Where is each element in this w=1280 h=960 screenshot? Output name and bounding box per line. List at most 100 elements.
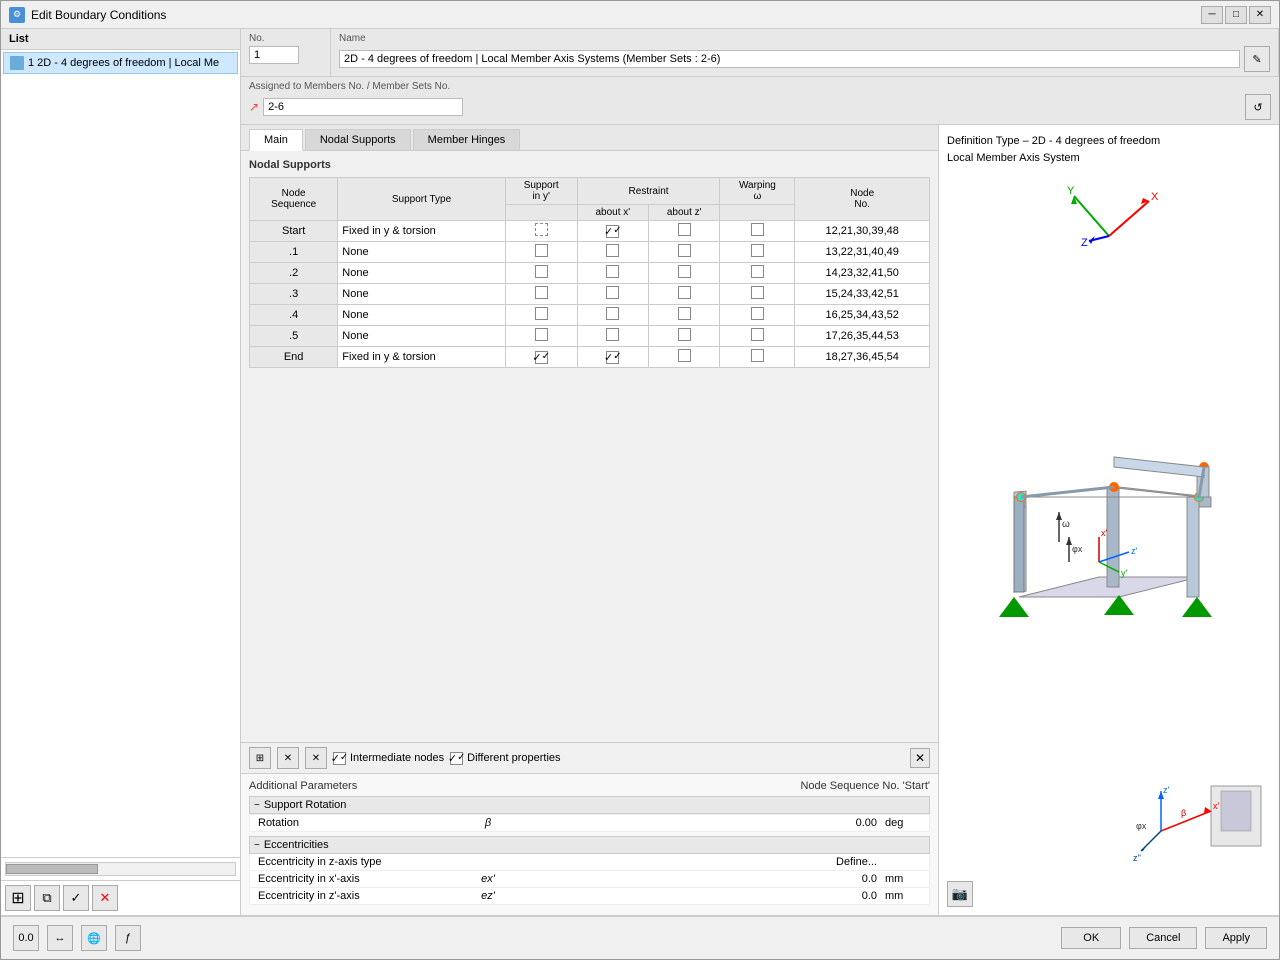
svg-text:z': z' — [1131, 546, 1138, 556]
name-section: Name ✎ — [331, 29, 1279, 76]
sup-y-4[interactable] — [505, 305, 577, 326]
intermediate-nodes-label[interactable]: ✓ Intermediate nodes — [333, 752, 444, 765]
tab-main[interactable]: Main — [249, 129, 303, 151]
rest-z-3[interactable] — [649, 284, 720, 305]
toolbar-btn-2[interactable]: ✕ — [277, 747, 299, 769]
additional-params: Additional Parameters Node Sequence No. … — [241, 773, 938, 915]
apply-button[interactable]: Apply — [1205, 927, 1267, 949]
maximize-button[interactable]: □ — [1225, 6, 1247, 24]
check-item-button[interactable]: ✓ — [63, 885, 89, 911]
tab-nodal-supports[interactable]: Nodal Supports — [305, 129, 411, 150]
nodal-supports-section: Nodal Supports NodeSequence Support Type… — [241, 151, 938, 742]
horizontal-scrollbar[interactable] — [5, 862, 236, 876]
title-controls: ─ □ ✕ — [1201, 6, 1271, 24]
warp-start[interactable] — [720, 221, 795, 242]
delete-item-button[interactable]: ✕ — [92, 885, 118, 911]
minimize-button[interactable]: ─ — [1201, 6, 1223, 24]
right-panel: No. 1 Name ✎ Assigned to Members No. / M… — [241, 29, 1279, 915]
footer-icon-1[interactable]: 0.0 — [13, 925, 39, 951]
rest-x-start[interactable]: ✓ — [577, 221, 648, 242]
list-item-icon — [10, 56, 24, 70]
toolbar-btn-3[interactable]: ✕ — [305, 747, 327, 769]
main-content: List 1 2D - 4 degrees of freedom | Local… — [1, 29, 1279, 915]
ecc-z-unit: mm — [881, 890, 921, 902]
sup-y-2[interactable] — [505, 263, 577, 284]
sup-y-start[interactable] — [505, 221, 577, 242]
warp-2[interactable] — [720, 263, 795, 284]
svg-text:Y: Y — [1067, 185, 1075, 197]
table-row: Start Fixed in y & torsion ✓ 12,21,30,39… — [250, 221, 930, 242]
type-2: None — [338, 263, 505, 284]
bottom-toolbar: ⊞ ✕ ✕ ✓ Intermediate nodes ✓ Different p… — [241, 742, 938, 773]
rest-x-1[interactable] — [577, 242, 648, 263]
ecc-z-type-row: Eccentricity in z-axis type Define... — [249, 854, 930, 871]
rest-x-5[interactable] — [577, 326, 648, 347]
list-item[interactable]: 1 2D - 4 degrees of freedom | Local Me — [3, 52, 238, 74]
ecc-z-row: Eccentricity in z'-axis ez' 0.0 mm — [249, 888, 930, 905]
sup-y-1[interactable] — [505, 242, 577, 263]
edit-name-button[interactable]: ✎ — [1244, 46, 1270, 72]
name-input[interactable] — [339, 50, 1240, 68]
col-support-y: Supportin y' — [505, 178, 577, 205]
close-button[interactable]: ✕ — [1249, 6, 1271, 24]
eccentricities-group: − Eccentricities Eccentricity in z-axis … — [249, 836, 930, 905]
col-rest-x: about x' — [577, 205, 648, 221]
rest-x-4[interactable] — [577, 305, 648, 326]
rest-z-4[interactable] — [649, 305, 720, 326]
section-title: Nodal Supports — [249, 159, 930, 171]
warp-5[interactable] — [720, 326, 795, 347]
table-row: .4 None 16,25,34,43,52 — [250, 305, 930, 326]
svg-text:z'': z'' — [1133, 853, 1141, 863]
rest-z-5[interactable] — [649, 326, 720, 347]
rest-z-end[interactable] — [649, 347, 720, 368]
footer-icon-2[interactable]: ↔ — [47, 925, 73, 951]
add-item-button[interactable]: ⊞ — [5, 885, 31, 911]
sup-y-end[interactable]: ✓ — [505, 347, 577, 368]
name-label: Name — [339, 33, 1270, 44]
warp-4[interactable] — [720, 305, 795, 326]
table-row: .3 None 15,24,33,42,51 — [250, 284, 930, 305]
seq-end: End — [250, 347, 338, 368]
rotation-row: Rotation β 0.00 deg — [249, 814, 930, 832]
sup-y-3[interactable] — [505, 284, 577, 305]
seq-1: .1 — [250, 242, 338, 263]
rest-x-end[interactable]: ✓ — [577, 347, 648, 368]
support-rotation-title[interactable]: − Support Rotation — [249, 796, 930, 814]
rest-x-3[interactable] — [577, 284, 648, 305]
eccentricities-title[interactable]: − Eccentricities — [249, 836, 930, 854]
node-no-3: 15,24,33,42,51 — [795, 284, 930, 305]
rest-z-2[interactable] — [649, 263, 720, 284]
list-action-toolbar: ⊞ ⧉ ✓ ✕ — [1, 880, 240, 915]
svg-text:x': x' — [1213, 801, 1220, 811]
col-node-seq: NodeSequence — [250, 178, 338, 221]
warp-3[interactable] — [720, 284, 795, 305]
rest-x-2[interactable] — [577, 263, 648, 284]
tab-member-hinges[interactable]: Member Hinges — [413, 129, 521, 150]
copy-item-button[interactable]: ⧉ — [34, 885, 60, 911]
warp-end[interactable] — [720, 347, 795, 368]
different-properties-label[interactable]: ✓ Different properties — [450, 752, 560, 765]
svg-text:X: X — [1151, 191, 1159, 203]
local-axis-svg: x' z' z'' β φx — [1131, 781, 1271, 881]
close-x-button[interactable]: ✕ — [910, 748, 930, 768]
assigned-input[interactable] — [263, 98, 463, 116]
window-title: Edit Boundary Conditions — [31, 8, 166, 22]
tabs: Main Nodal Supports Member Hinges — [241, 125, 938, 151]
svg-text:ω: ω — [1062, 519, 1070, 530]
screenshot-button[interactable]: 📷 — [947, 881, 973, 907]
warp-1[interactable] — [720, 242, 795, 263]
no-input[interactable]: 1 — [249, 46, 299, 64]
footer-icon-4[interactable]: ƒ — [115, 925, 141, 951]
ok-button[interactable]: OK — [1061, 927, 1121, 949]
footer-icon-3[interactable]: 🌐 — [81, 925, 107, 951]
assign-button[interactable]: ↺ — [1245, 94, 1271, 120]
rest-z-start[interactable] — [649, 221, 720, 242]
sup-y-5[interactable] — [505, 326, 577, 347]
toolbar-btn-1[interactable]: ⊞ — [249, 747, 271, 769]
rest-z-1[interactable] — [649, 242, 720, 263]
assigned-section: Assigned to Members No. / Member Sets No… — [241, 77, 1279, 124]
svg-text:β: β — [1181, 808, 1186, 818]
node-no-1: 13,22,31,40,49 — [795, 242, 930, 263]
cancel-button[interactable]: Cancel — [1129, 927, 1197, 949]
col-support-type: Support Type — [338, 178, 505, 221]
